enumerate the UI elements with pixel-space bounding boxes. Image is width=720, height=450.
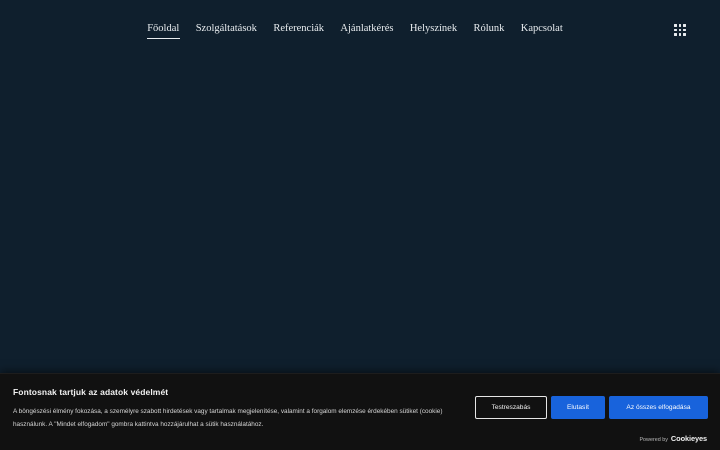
cookie-consent-banner: Fontosnak tartjuk az adatok védelmét A b…: [0, 373, 720, 450]
reject-button[interactable]: Elutasít: [551, 396, 605, 419]
nav-item-fooldal[interactable]: Főoldal: [139, 19, 187, 39]
grid-menu-icon[interactable]: [674, 24, 686, 36]
nav-item-rolunk[interactable]: Rólunk: [465, 19, 512, 39]
nav-item-referenciak[interactable]: Referenciák: [265, 19, 332, 39]
nav-list: Főoldal Szolgáltatások Referenciák Ajánl…: [139, 19, 571, 39]
nav-item-ajanlatkeres[interactable]: Ajánlatkérés: [332, 19, 401, 39]
powered-by-label: Powered by: [639, 437, 668, 443]
nav-item-szolgaltatasok[interactable]: Szolgáltatások: [188, 19, 266, 39]
nav-item-kapcsolat[interactable]: Kapcsolat: [513, 19, 571, 39]
accept-all-button[interactable]: Az összes elfogadása: [609, 396, 708, 419]
cookieyes-logo: Cookieyes: [670, 434, 707, 443]
cookie-banner-text: A böngészési élmény fokozása, a személyr…: [13, 408, 443, 428]
top-navigation: Főoldal Szolgáltatások Referenciák Ajánl…: [0, 0, 720, 58]
powered-by[interactable]: Powered by Cookieyes: [639, 434, 707, 443]
cookie-banner-title: Fontosnak tartjuk az adatok védelmét: [13, 387, 169, 397]
nav-item-helyszinek[interactable]: Helyszínek: [402, 19, 466, 39]
customize-button[interactable]: Testreszabás: [475, 396, 547, 419]
